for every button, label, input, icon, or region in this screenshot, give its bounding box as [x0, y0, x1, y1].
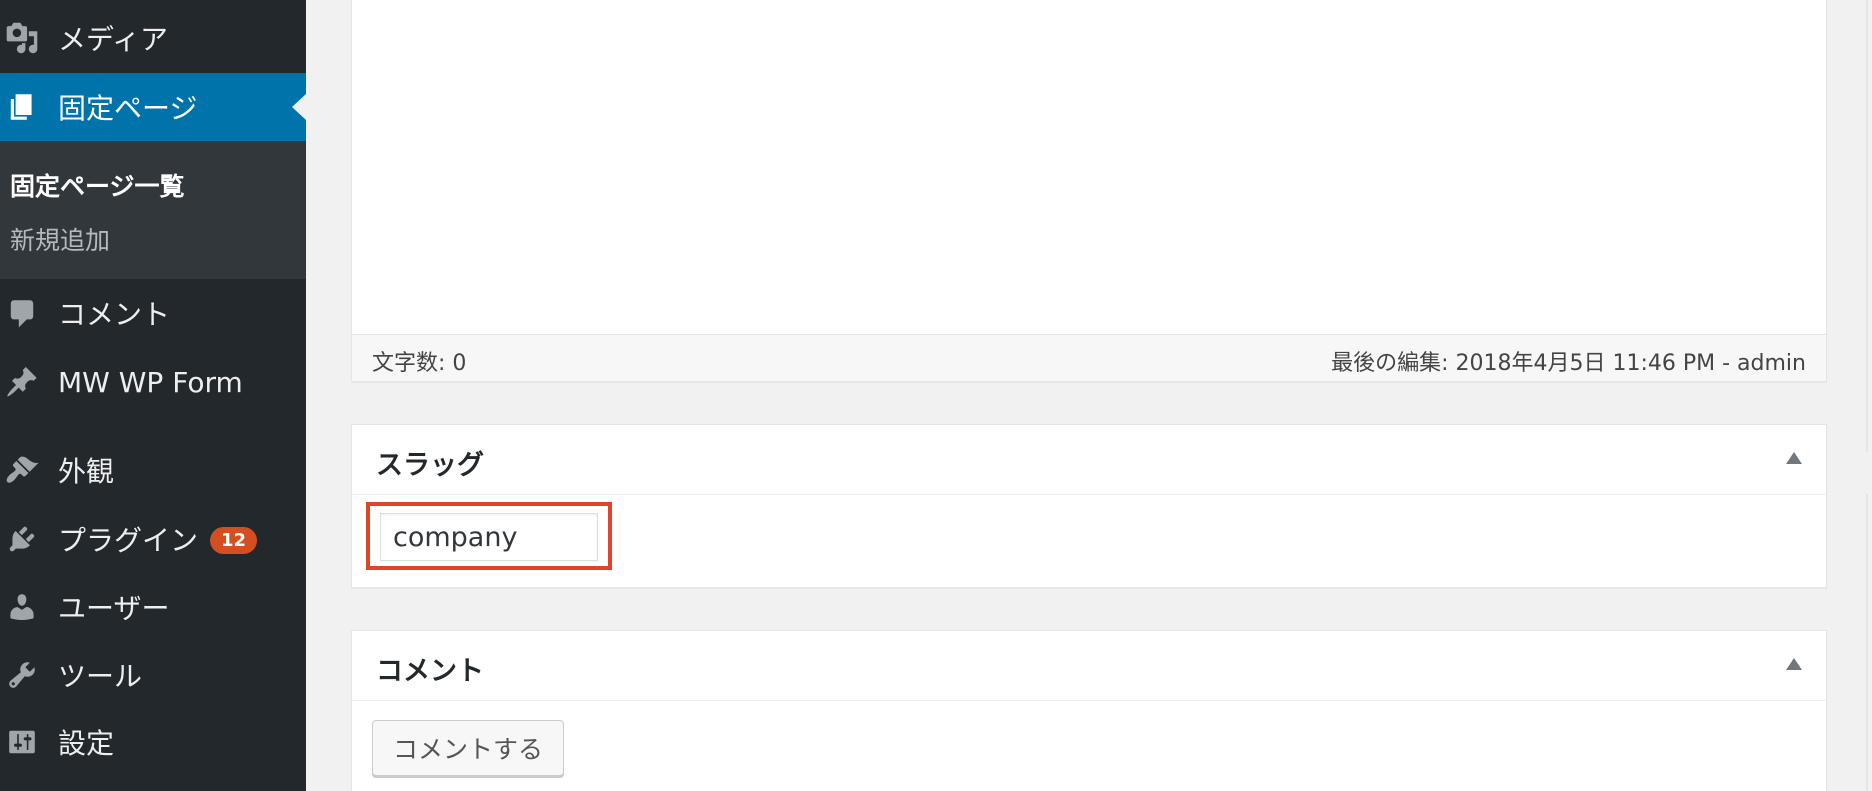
sidebar-item-label: 設定 — [58, 727, 115, 760]
media-icon — [4, 20, 40, 56]
sidebar-item-label: ツール — [58, 660, 143, 693]
sidebar-item-label: メディア — [58, 23, 169, 56]
comment-postbox-title: コメント — [376, 656, 484, 687]
comment-icon — [4, 295, 40, 331]
pin-icon — [4, 364, 40, 400]
sidebar-item-label: コメント — [58, 298, 171, 331]
settings-icon — [4, 724, 40, 760]
sidebar-item-appearance[interactable]: 外観 — [0, 436, 306, 504]
slug-postbox-title: スラッグ — [376, 450, 484, 481]
wrench-icon — [4, 657, 40, 693]
sidebar-item-label: ユーザー — [58, 592, 170, 625]
last-edited-info: 最後の編集: 2018年4月5日 11:46 PM - admin — [1331, 351, 1806, 376]
user-icon — [4, 589, 40, 625]
right-panel-edge — [1866, 494, 1868, 791]
admin-sidebar: メディア 固定ページ 固定ページ一覧 新規追加 コメント MW WP Form … — [0, 0, 306, 791]
word-count: 文字数: 0 — [372, 351, 467, 376]
plugin-icon — [4, 521, 40, 557]
editor-status-bar: 文字数: 0 最後の編集: 2018年4月5日 11:46 PM - admin — [352, 334, 1826, 381]
sidebar-item-mw-wp-form[interactable]: MW WP Form — [0, 348, 306, 416]
appearance-icon — [4, 452, 40, 488]
comment-postbox: コメント コメントする — [351, 630, 1827, 791]
pages-submenu: 固定ページ一覧 新規追加 — [0, 141, 306, 279]
submenu-item-add-new[interactable]: 新規追加 — [10, 221, 110, 257]
sidebar-item-plugins[interactable]: プラグイン 12 — [0, 505, 306, 573]
editor-content-area[interactable]: 文字数: 0 最後の編集: 2018年4月5日 11:46 PM - admin — [351, 0, 1827, 382]
slug-postbox: スラッグ — [351, 424, 1827, 588]
plugins-label-text: プラグイン — [58, 524, 199, 557]
sidebar-item-label: 外観 — [58, 455, 115, 488]
collapse-toggle-icon[interactable] — [1786, 658, 1802, 670]
sidebar-item-comments[interactable]: コメント — [0, 279, 306, 347]
comment-postbox-header[interactable]: コメント — [352, 631, 1826, 701]
collapse-toggle-icon[interactable] — [1786, 452, 1802, 464]
slug-highlight-frame — [366, 502, 612, 570]
slug-postbox-header[interactable]: スラッグ — [352, 425, 1826, 495]
update-count-badge: 12 — [210, 526, 258, 554]
pages-icon — [4, 89, 40, 125]
sidebar-item-label: プラグイン 12 — [58, 519, 258, 559]
sidebar-item-tools[interactable]: ツール — [0, 641, 306, 709]
sidebar-item-label: 固定ページ — [58, 92, 198, 125]
sidebar-item-settings[interactable]: 設定 — [0, 708, 306, 776]
right-panel-edge — [1866, 0, 1868, 452]
add-comment-button[interactable]: コメントする — [372, 720, 565, 776]
submenu-item-all-pages[interactable]: 固定ページ一覧 — [10, 167, 185, 203]
sidebar-item-users[interactable]: ユーザー — [0, 573, 306, 641]
sidebar-item-pages[interactable]: 固定ページ — [0, 73, 306, 141]
sidebar-item-label: MW WP Form — [58, 365, 243, 399]
sidebar-item-media[interactable]: メディア — [0, 4, 306, 72]
slug-input[interactable] — [380, 513, 598, 561]
